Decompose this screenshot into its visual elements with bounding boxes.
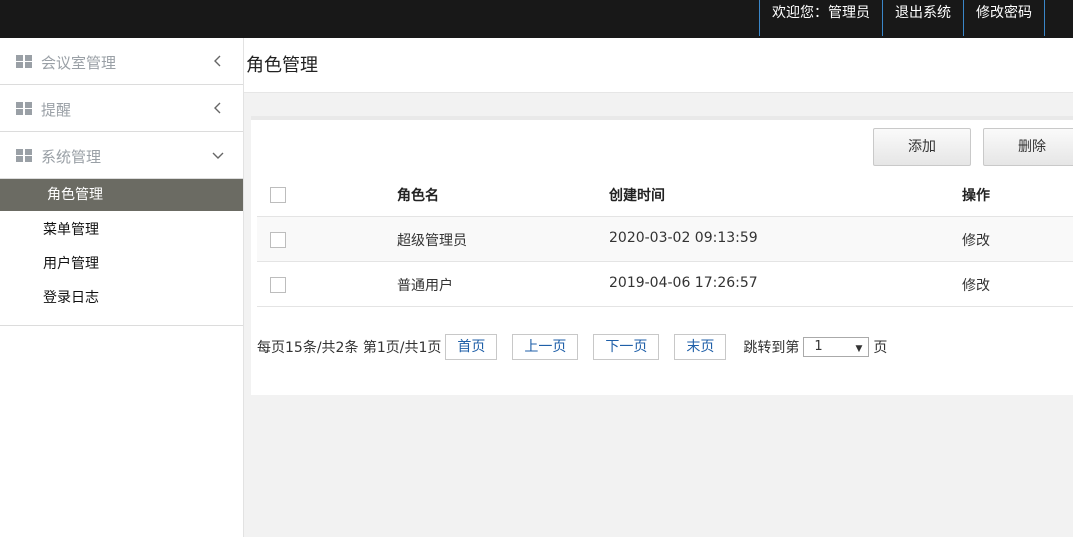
created-time-cell: 2020-03-02 09:13:59 (609, 230, 758, 246)
sidebar-group-meeting-room[interactable]: 会议室管理 (0, 38, 243, 85)
top-bar: 欢迎您：管理员 退出系统 修改密码 (0, 0, 1073, 38)
welcome-user: 欢迎您：管理员 (759, 0, 883, 36)
page-header: 角色管理 (244, 38, 1073, 93)
role-panel: 添加 删除 角色名 创建时间 操作 超级管理员 2020-03-02 09:13… (251, 116, 1073, 395)
sidebar-group-label: 提醒 (41, 101, 72, 119)
sidebar-group-label: 系统管理 (41, 148, 102, 166)
pagination-info: 每页15条/共2条 第1页/共1页 (257, 340, 442, 356)
chevron-down-icon (211, 148, 225, 162)
created-time-cell: 2019-04-06 17:26:57 (609, 275, 758, 291)
role-name-cell: 超级管理员 (397, 233, 467, 249)
sidebar: 会议室管理 提醒 系统管理 角色管理 菜单管理 用户管理 登录日志 (0, 38, 244, 537)
sidebar-group-reminder[interactable]: 提醒 (0, 85, 243, 132)
table-row: 普通用户 2019-04-06 17:26:57 修改 (257, 262, 1073, 307)
main-content: 角色管理 添加 删除 角色名 创建时间 操作 超级管理员 2020-03-02 … (244, 38, 1073, 537)
dropdown-arrow-icon: ▼ (855, 344, 863, 354)
page-select[interactable]: 1 ▼ (803, 337, 870, 357)
table-header-row: 角色名 创建时间 操作 (257, 172, 1073, 217)
next-page-button[interactable]: 下一页 (593, 334, 660, 360)
change-password-link[interactable]: 修改密码 (963, 0, 1045, 36)
add-button[interactable]: 添加 (873, 128, 971, 166)
grid-icon (16, 149, 32, 162)
grid-icon (16, 102, 32, 115)
chevron-left-icon (211, 54, 225, 68)
sidebar-item-menu-management[interactable]: 菜单管理 (0, 213, 243, 247)
role-name-cell: 普通用户 (397, 278, 453, 294)
sidebar-item-user-management[interactable]: 用户管理 (0, 247, 243, 281)
page-select-value: 1 (814, 339, 823, 354)
edit-link[interactable]: 修改 (962, 275, 990, 295)
logout-link[interactable]: 退出系统 (882, 0, 964, 36)
jump-suffix-label: 页 (873, 340, 888, 356)
sidebar-group-system[interactable]: 系统管理 (0, 132, 243, 179)
column-header-created-time: 创建时间 (609, 188, 665, 204)
jump-prefix-label: 跳转到第 (743, 340, 800, 356)
delete-button[interactable]: 删除 (983, 128, 1073, 166)
sidebar-item-login-log[interactable]: 登录日志 (0, 281, 243, 315)
chevron-left-icon (211, 101, 225, 115)
row-checkbox[interactable] (270, 277, 286, 293)
sidebar-submenu: 角色管理 菜单管理 用户管理 登录日志 (0, 179, 243, 326)
column-header-role-name: 角色名 (397, 188, 439, 204)
sidebar-item-role-management[interactable]: 角色管理 (0, 179, 243, 211)
sidebar-group-label: 会议室管理 (41, 54, 117, 72)
row-checkbox[interactable] (270, 232, 286, 248)
table-row: 超级管理员 2020-03-02 09:13:59 修改 (257, 217, 1073, 262)
edit-link[interactable]: 修改 (962, 230, 990, 250)
pagination: 每页15条/共2条 第1页/共1页 首页 上一页 下一页 末页 跳转到第 1 ▼… (257, 334, 887, 360)
first-page-button[interactable]: 首页 (445, 334, 498, 360)
page-title: 角色管理 (246, 55, 318, 76)
select-all-checkbox[interactable] (270, 187, 286, 203)
role-table: 角色名 创建时间 操作 超级管理员 2020-03-02 09:13:59 修改… (257, 172, 1073, 307)
grid-icon (16, 55, 32, 68)
top-nav: 欢迎您：管理员 退出系统 修改密码 (759, 0, 1045, 36)
prev-page-button[interactable]: 上一页 (512, 334, 579, 360)
column-header-actions: 操作 (962, 188, 990, 204)
last-page-button[interactable]: 末页 (674, 334, 727, 360)
